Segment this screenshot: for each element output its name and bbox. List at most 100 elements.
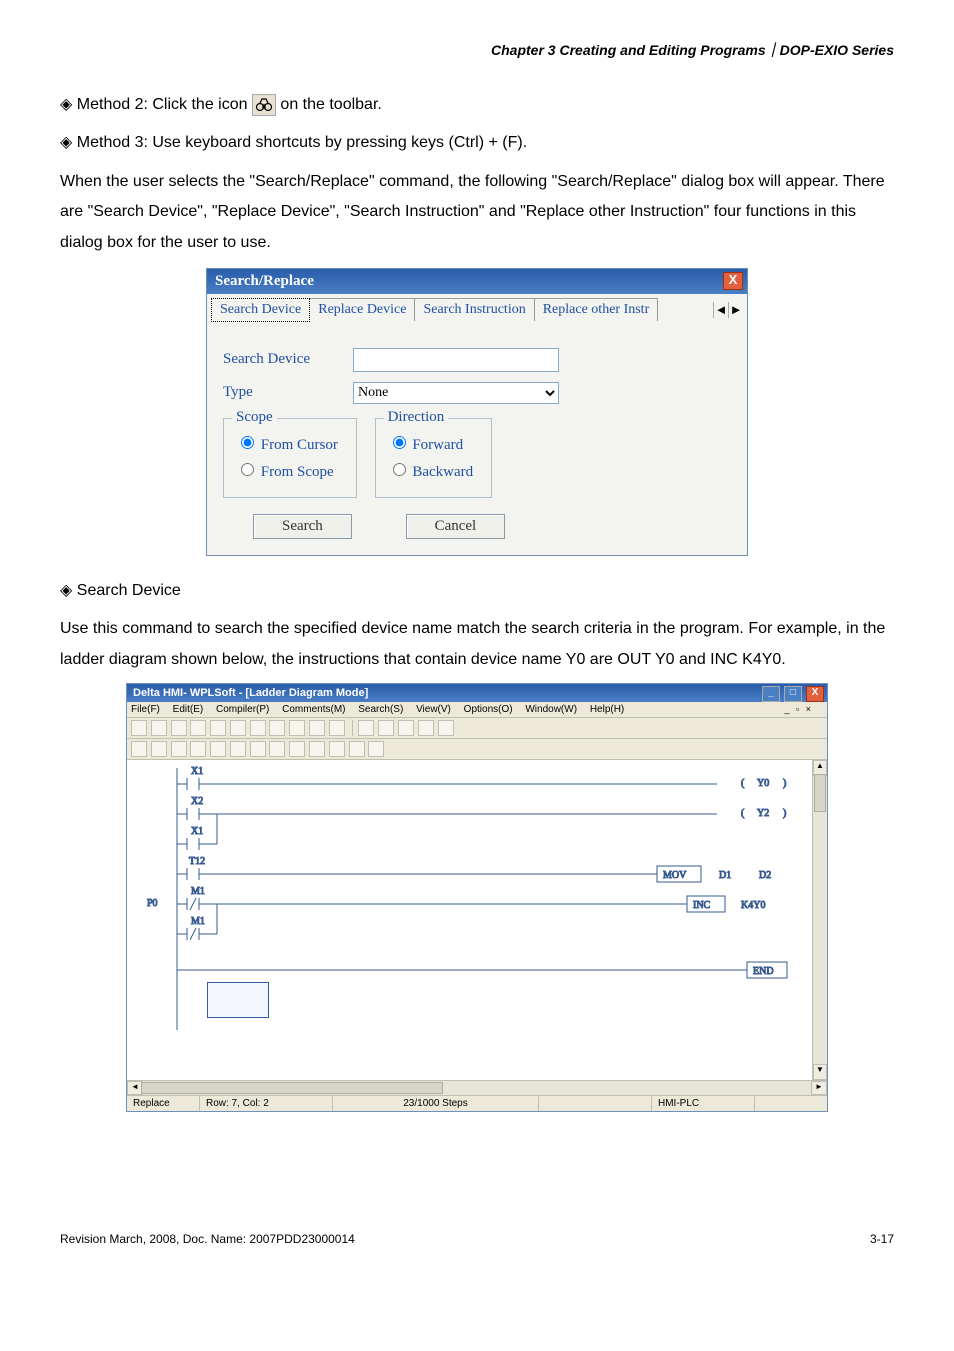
page-footer: Revision March, 2008, Doc. Name: 2007PDD…	[60, 1232, 894, 1246]
redo-icon[interactable]	[171, 720, 187, 736]
dialog-title-text: Search/Replace	[215, 273, 314, 289]
cut-icon[interactable]	[210, 720, 226, 736]
zoom-out-icon[interactable]	[329, 720, 345, 736]
from-scope-radio[interactable]	[241, 463, 254, 476]
type-label: Type	[223, 384, 353, 401]
copy-icon[interactable]	[230, 720, 246, 736]
minimize-icon[interactable]: _	[762, 686, 780, 702]
tab-left-arrow-icon[interactable]: ◄	[713, 302, 728, 318]
diamond-bullet: ◈	[60, 582, 72, 599]
tab-search-instruction[interactable]: Search Instruction	[414, 298, 534, 321]
menu-search[interactable]: Search(S)	[358, 704, 403, 715]
status-empty1	[539, 1096, 652, 1111]
print-icon[interactable]	[131, 720, 147, 736]
lbl-t12: T12	[189, 856, 205, 867]
app-title-text: Delta HMI- WPLSoft - [Ladder Diagram Mod…	[133, 687, 368, 699]
lbl-x1b: X1	[191, 826, 203, 837]
status-steps: 23/1000 Steps	[333, 1096, 539, 1111]
compile-icon[interactable]	[269, 720, 285, 736]
ladder-diagram[interactable]: X1 ( Y0 ) X2 ( Y2 ) X1 T12 MOV D1 D2	[127, 760, 827, 1080]
from-cursor-radio[interactable]	[241, 436, 254, 449]
svg-text:): )	[783, 808, 786, 819]
falling-coil-icon[interactable]	[329, 741, 345, 757]
tab-replace-other-instr[interactable]: Replace other Instr	[534, 298, 659, 321]
ld-tool-icon[interactable]	[358, 720, 374, 736]
vertical-scrollbar[interactable]: ▲ ▼	[812, 760, 827, 1080]
vscroll-thumb[interactable]	[814, 774, 826, 812]
zoom-in-icon[interactable]	[309, 720, 325, 736]
method-3-line: ◈ Method 3: Use keyboard shortcuts by pr…	[60, 128, 894, 158]
close-icon[interactable]: X	[806, 686, 824, 702]
compare-icon[interactable]	[230, 741, 246, 757]
footer-left: Revision March, 2008, Doc. Name: 2007PDD…	[60, 1232, 355, 1246]
hline-icon[interactable]	[250, 741, 266, 757]
block-icon[interactable]	[368, 741, 384, 757]
status-empty2	[755, 1096, 827, 1111]
scroll-down-icon[interactable]: ▼	[813, 1064, 827, 1080]
sfc-tool-icon[interactable]	[398, 720, 414, 736]
menu-file[interactable]: File(F)	[131, 704, 160, 715]
menu-options[interactable]: Options(O)	[464, 704, 513, 715]
tab-replace-device[interactable]: Replace Device	[309, 298, 415, 321]
download-icon[interactable]	[438, 720, 454, 736]
selection-box[interactable]	[207, 982, 269, 1018]
contact-nc-icon[interactable]	[151, 741, 167, 757]
toolbar-1	[127, 718, 827, 739]
maximize-icon[interactable]: □	[784, 686, 802, 702]
from-cursor-label: From Cursor	[261, 437, 338, 453]
status-rowcol: Row: 7, Col: 2	[200, 1096, 333, 1111]
il-tool-icon[interactable]	[378, 720, 394, 736]
delete-icon[interactable]	[190, 720, 206, 736]
svg-text:): )	[783, 778, 786, 789]
from-scope-label: From Scope	[261, 464, 334, 480]
paste-icon[interactable]	[250, 720, 266, 736]
svg-text:(: (	[741, 778, 745, 789]
type-select[interactable]: None	[353, 382, 559, 404]
app-title-bar: Delta HMI- WPLSoft - [Ladder Diagram Mod…	[127, 684, 827, 702]
search-device-label: Search Device	[223, 351, 353, 368]
forward-radio[interactable]	[393, 436, 406, 449]
scroll-right-icon[interactable]: ►	[811, 1081, 827, 1095]
rising-coil-icon[interactable]	[309, 741, 325, 757]
hscroll-thumb[interactable]	[141, 1082, 443, 1094]
lbl-m1b: M1	[191, 916, 205, 927]
menu-window[interactable]: Window(W)	[525, 704, 577, 715]
search-button[interactable]: Search	[253, 514, 352, 539]
vline-icon[interactable]	[269, 741, 285, 757]
menu-help[interactable]: Help(H)	[590, 704, 624, 715]
undo-icon[interactable]	[151, 720, 167, 736]
mdi-window-buttons[interactable]: _ ▫ ×	[785, 704, 813, 714]
method-3-text: Method 3: Use keyboard shortcuts by pres…	[77, 134, 527, 151]
lbl-end: END	[753, 966, 774, 977]
invert-icon[interactable]	[289, 741, 305, 757]
horizontal-scrollbar[interactable]: ◄ ►	[127, 1080, 827, 1095]
search-device-input[interactable]	[353, 348, 559, 372]
falling-edge-icon[interactable]	[190, 741, 206, 757]
menu-comments[interactable]: Comments(M)	[282, 704, 345, 715]
close-icon[interactable]: X	[723, 272, 743, 290]
tab-search-device[interactable]: Search Device	[211, 298, 310, 322]
app-instr-icon[interactable]	[349, 741, 365, 757]
footer-right: 3-17	[870, 1232, 894, 1246]
backward-radio[interactable]	[393, 463, 406, 476]
lbl-p0: P0	[147, 898, 158, 909]
contact-no-icon[interactable]	[131, 741, 147, 757]
binoculars-icon[interactable]	[289, 720, 305, 736]
dialog-body: Search Device Type None Scope From Curso…	[207, 321, 747, 555]
menu-compiler[interactable]: Compiler(P)	[216, 704, 269, 715]
lbl-inc: INC	[693, 900, 711, 911]
lbl-y0: Y0	[757, 778, 769, 789]
cancel-button[interactable]: Cancel	[406, 514, 506, 539]
method-2-text-a: Method 2: Click the icon	[77, 96, 248, 113]
tab-right-arrow-icon[interactable]: ►	[728, 302, 743, 318]
forward-label: Forward	[412, 437, 463, 453]
rising-edge-icon[interactable]	[171, 741, 187, 757]
status-bar: Replace Row: 7, Col: 2 23/1000 Steps HMI…	[127, 1095, 827, 1111]
menu-view[interactable]: View(V)	[416, 704, 451, 715]
menu-edit[interactable]: Edit(E)	[173, 704, 204, 715]
diamond-bullet: ◈	[60, 134, 72, 151]
coil-icon[interactable]	[210, 741, 226, 757]
upload-icon[interactable]	[418, 720, 434, 736]
lbl-x1a: X1	[191, 766, 203, 777]
svg-text:(: (	[741, 808, 745, 819]
